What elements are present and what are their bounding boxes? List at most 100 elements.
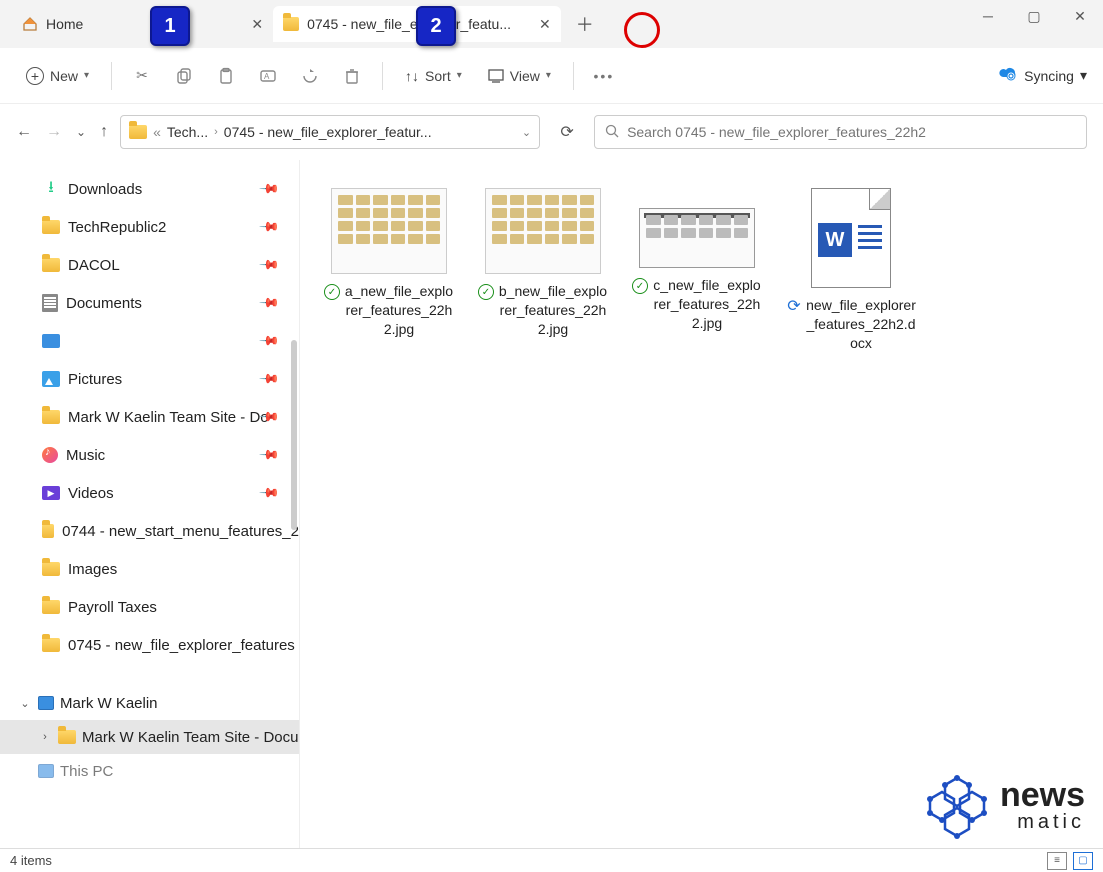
sidebar-item-documents[interactable]: Documents📌 xyxy=(0,284,299,322)
pin-icon: 📌 xyxy=(258,178,281,201)
file-name: b_new_file_explorer_features_22h2.jpg xyxy=(498,282,608,339)
breadcrumb-2[interactable]: 0745 - new_file_explorer_featur... xyxy=(224,124,432,140)
video-icon: ▶ xyxy=(42,486,60,500)
syncing-status[interactable]: Syncing ▾ xyxy=(998,65,1087,86)
sidebar-item-images[interactable]: Images xyxy=(0,550,299,588)
copy-icon xyxy=(175,67,193,85)
delete-button[interactable] xyxy=(334,61,370,91)
file-item[interactable]: ✓a_new_file_explorer_features_22h2.jpg xyxy=(324,188,454,353)
sidebar-item-music[interactable]: Music 📌 xyxy=(0,436,299,474)
sidebar-scrollbar[interactable] xyxy=(291,340,297,530)
sidebar-item-label: 0744 - new_start_menu_features_2 xyxy=(62,523,299,540)
icons-view-button[interactable]: ▢ xyxy=(1073,852,1093,870)
new-button-label: New xyxy=(50,68,78,84)
chevron-down-icon: ▾ xyxy=(84,70,89,81)
sidebar-item-videos[interactable]: ▶Videos📌 xyxy=(0,474,299,512)
sidebar-item-label: Music xyxy=(66,447,105,464)
sidebar-item-label: 0745 - new_file_explorer_features xyxy=(68,637,295,654)
up-button[interactable]: ↑ xyxy=(100,123,108,141)
file-item[interactable]: ✓c_new_file_explorer_features_22h2.jpg xyxy=(632,188,762,353)
more-button[interactable]: ••• xyxy=(586,62,622,90)
sidebar-item-payroll[interactable]: Payroll Taxes xyxy=(0,588,299,626)
sidebar-item-label: Payroll Taxes xyxy=(68,599,157,616)
window-controls: ─ ▢ ✕ xyxy=(965,0,1103,32)
home-icon xyxy=(22,16,38,32)
maximize-button[interactable]: ▢ xyxy=(1011,0,1057,32)
file-item[interactable]: W ⟳new_file_explorer_features_22h2.docx xyxy=(786,188,916,353)
sidebar-item-label: Downloads xyxy=(68,181,142,198)
sidebar-item-dacol[interactable]: DACOL📌 xyxy=(0,246,299,284)
sidebar: ⭳Downloads📌 TechRepublic2📌 DACOL📌 Docume… xyxy=(0,160,300,848)
file-thumbnail xyxy=(331,188,447,274)
recent-button[interactable]: ⌄ xyxy=(76,125,86,139)
chevron-down-icon: ▾ xyxy=(457,70,462,81)
rename-button[interactable]: A xyxy=(250,61,286,91)
tab-home[interactable]: Home ✕ xyxy=(12,6,273,42)
file-pane: ✓a_new_file_explorer_features_22h2.jpg ✓… xyxy=(300,160,1103,848)
sidebar-item-teamsite[interactable]: Mark W Kaelin Team Site - Do📌 xyxy=(0,398,299,436)
close-window-button[interactable]: ✕ xyxy=(1057,0,1103,32)
file-thumbnail: W xyxy=(811,188,891,288)
file-item[interactable]: ✓b_new_file_explorer_features_22h2.jpg xyxy=(478,188,608,353)
square-icon xyxy=(42,334,60,348)
clipboard-icon xyxy=(217,67,235,85)
tree-root-label: Mark W Kaelin xyxy=(60,695,158,712)
view-icon xyxy=(488,69,504,83)
address-bar[interactable]: « Tech... › 0745 - new_file_explorer_fea… xyxy=(120,115,540,149)
rename-icon: A xyxy=(259,67,277,85)
chevron-down-icon: ▾ xyxy=(546,70,551,81)
minimize-button[interactable]: ─ xyxy=(965,0,1011,32)
tree-child[interactable]: ›Mark W Kaelin Team Site - Docu xyxy=(0,720,299,754)
syncing-label: Syncing xyxy=(1024,68,1074,84)
sidebar-item-0744[interactable]: 0744 - new_start_menu_features_2 xyxy=(0,512,299,550)
sidebar-item-0745[interactable]: 0745 - new_file_explorer_features xyxy=(0,626,299,664)
plus-circle-icon: + xyxy=(26,67,44,85)
file-name: c_new_file_explorer_features_22h2.jpg xyxy=(652,276,762,333)
copy-button[interactable] xyxy=(166,61,202,91)
document-icon xyxy=(42,294,58,312)
pin-icon: 📌 xyxy=(258,216,281,239)
close-icon[interactable]: ✕ xyxy=(539,16,551,33)
share-button[interactable] xyxy=(292,61,328,91)
chevron-down-icon: ⌄ xyxy=(18,697,32,710)
search-box[interactable] xyxy=(594,115,1087,149)
chevron-down-icon[interactable]: ⌄ xyxy=(522,126,531,139)
new-button[interactable]: + New ▾ xyxy=(16,61,99,91)
titlebar: Home ✕ 0745 - new_file_explorer_featu...… xyxy=(0,0,1103,48)
sidebar-item-downloads[interactable]: ⭳Downloads📌 xyxy=(0,170,299,208)
sidebar-item-label: TechRepublic2 xyxy=(68,219,166,236)
more-icon: ••• xyxy=(594,68,615,84)
refresh-button[interactable]: ⟳ xyxy=(552,117,582,147)
folder-icon xyxy=(283,16,299,32)
search-icon xyxy=(605,124,619,141)
sort-button-label: Sort xyxy=(425,68,451,84)
sidebar-item-pictures[interactable]: Pictures📌 xyxy=(0,360,299,398)
forward-button[interactable]: → xyxy=(46,123,62,141)
separator xyxy=(111,62,112,90)
new-tab-button[interactable]: ＋ xyxy=(569,8,601,40)
syncing-icon: ⟳ xyxy=(786,298,802,314)
folder-icon xyxy=(42,600,60,614)
file-name: new_file_explorer_features_22h2.docx xyxy=(806,296,916,353)
view-button[interactable]: View ▾ xyxy=(478,62,561,90)
sidebar-item-techrepublic2[interactable]: TechRepublic2 📌 xyxy=(0,208,299,246)
search-input[interactable] xyxy=(627,124,1076,140)
file-thumbnail xyxy=(485,188,601,274)
details-view-button[interactable]: ≡ xyxy=(1047,852,1067,870)
cut-button[interactable]: ✂ xyxy=(124,61,160,90)
watermark-text-1: news xyxy=(1000,776,1085,814)
close-icon[interactable]: ✕ xyxy=(251,16,263,33)
sidebar-item-unnamed[interactable]: 📌 xyxy=(0,322,299,360)
paste-button[interactable] xyxy=(208,61,244,91)
folder-icon xyxy=(42,410,60,424)
tree-this-pc[interactable]: This PC xyxy=(0,754,299,788)
watermark-logo-icon xyxy=(922,772,992,842)
back-button[interactable]: ← xyxy=(16,123,32,141)
pin-icon: 📌 xyxy=(258,444,281,467)
scissors-icon: ✂ xyxy=(136,67,148,84)
breadcrumb-1[interactable]: Tech... xyxy=(167,124,208,140)
tree-root[interactable]: ⌄ Mark W Kaelin xyxy=(0,686,299,720)
watermark-text-2: matic xyxy=(1000,811,1085,834)
sort-button[interactable]: ↑↓ Sort ▾ xyxy=(395,62,472,90)
sidebar-item-label: Images xyxy=(68,561,117,578)
